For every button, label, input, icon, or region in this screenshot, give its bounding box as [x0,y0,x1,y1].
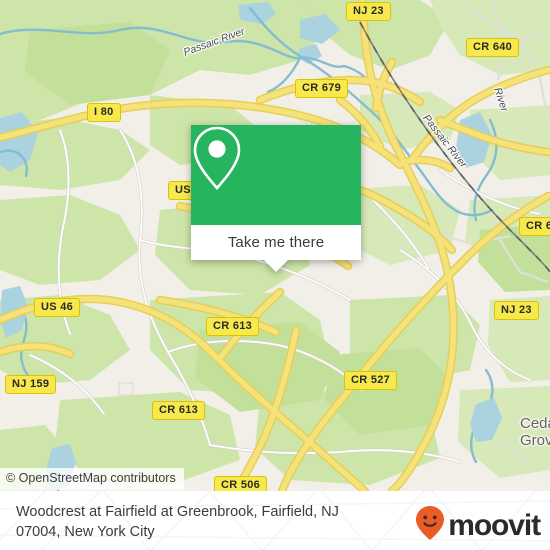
road-shield-nj-23-north[interactable]: NJ 23 [346,2,391,21]
popup-tail [264,260,288,272]
location-title: Woodcrest at Fairfield at Greenbrook, Fa… [16,504,339,540]
road-shield-us-46-west[interactable]: US 46 [34,298,81,317]
road-shield-cr-527[interactable]: CR 527 [344,371,398,390]
take-me-there-button-label[interactable]: Take me there [228,234,324,251]
city-label-cedar-grove: Cedar Grove [520,415,550,449]
location-popup-card[interactable]: Take me there [191,125,361,272]
road-shield-cr-679[interactable]: CR 679 [295,79,349,98]
moovit-pin-smiley-icon [415,505,445,546]
city-label-line1: Cedar [520,415,550,432]
map-canvas[interactable]: NJ 23 CR 640 CR 679 I 80 US 46 CR 613 US… [0,0,550,491]
road-shield-cr-506[interactable]: CR 506 [214,476,268,491]
moovit-logo[interactable]: moovit [415,505,541,546]
osm-attribution[interactable]: © OpenStreetMap contributors [0,468,184,490]
popup-header [191,125,361,225]
moovit-wordmark: moovit [448,508,541,542]
popup-action-area[interactable]: Take me there [191,225,361,260]
road-shield-cr-613-east[interactable]: CR 613 [519,217,550,236]
road-shield-nj-23-south[interactable]: NJ 23 [494,301,539,320]
footer-bar: Woodcrest at Fairfield at Greenbrook, Fa… [0,491,550,550]
road-shield-i-80[interactable]: I 80 [87,103,121,122]
road-shield-nj-159[interactable]: NJ 159 [5,375,57,394]
road-shield-cr-613-north[interactable]: CR 613 [206,317,260,336]
screenshot-root: NJ 23 CR 640 CR 679 I 80 US 46 CR 613 US… [0,0,550,550]
city-label-line2: Grove [520,432,550,449]
road-shield-cr-613-south[interactable]: CR 613 [152,401,206,420]
road-shield-cr-640[interactable]: CR 640 [466,38,520,57]
